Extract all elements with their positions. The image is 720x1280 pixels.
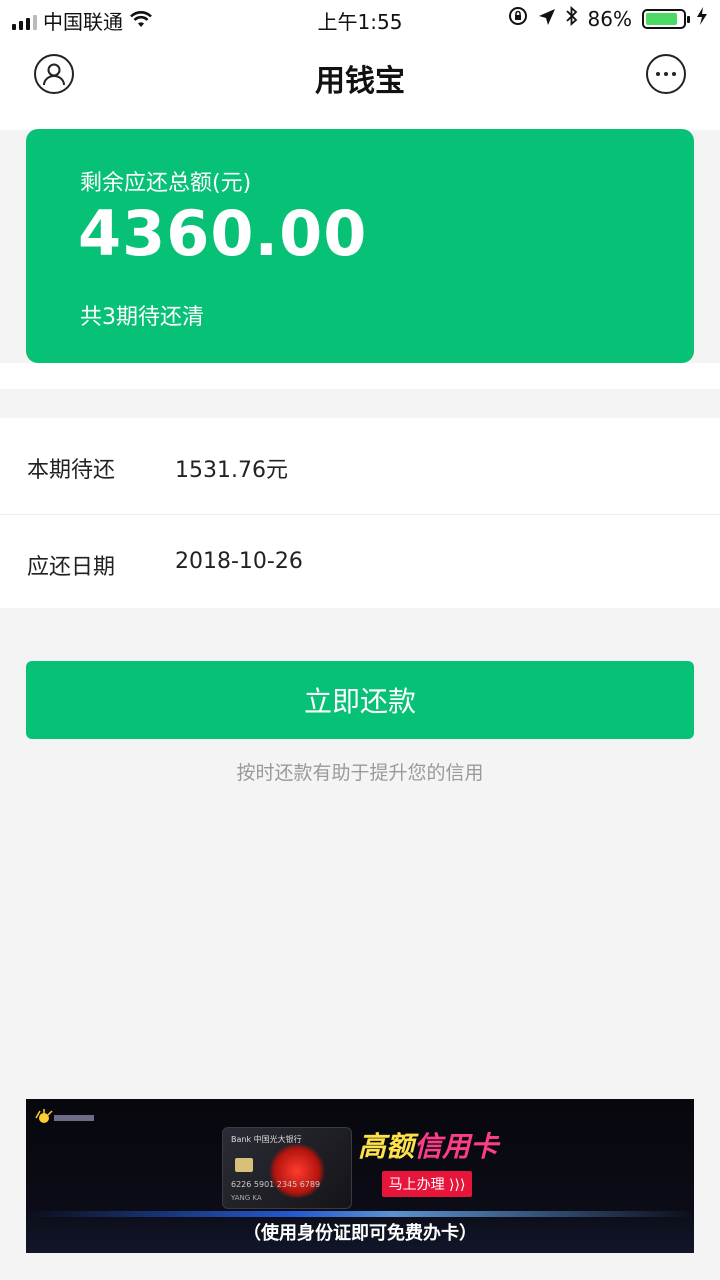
nav-bar: 用钱宝 (0, 40, 720, 110)
ad-footer-text: （使用身份证即可免费办卡） (243, 1223, 477, 1244)
total-due-label: 剩余应还总额(元) (80, 171, 252, 196)
more-options-button[interactable] (646, 54, 686, 94)
ad-apply-button[interactable]: 马上办理 ⟩⟩⟩ (382, 1171, 472, 1197)
current-due-label: 本期待还 (27, 458, 116, 483)
card-chip-icon (235, 1158, 253, 1172)
credit-card-image: Bank 中国光大银行 6226 5901 2345 6789 YANG KA (222, 1127, 352, 1209)
repay-now-button[interactable]: 立即还款 (26, 661, 694, 739)
bluetooth-icon (565, 5, 578, 31)
battery-icon (642, 8, 690, 29)
card-spacer (0, 363, 720, 389)
more-options-icon (656, 72, 676, 76)
installments-note: 共3期待还清 (80, 305, 204, 330)
due-date-value: 2018-10-26 (175, 549, 303, 574)
ad-headline-part2: 信用卡 (414, 1130, 499, 1163)
battery-level (646, 12, 677, 25)
ad-headline: 高额信用卡 (358, 1125, 498, 1165)
status-bar: 中国联通 上午1:55 86% (0, 0, 720, 38)
location-icon (538, 7, 556, 31)
card-bank-name: Bank 中国光大银行 (231, 1135, 302, 1144)
due-date-row: 应还日期 2018-10-26 (0, 514, 720, 610)
charging-icon (696, 6, 708, 31)
repayment-details: 本期待还 1531.76元 应还日期 2018-10-26 (0, 418, 720, 608)
ad-logo-icon (35, 1109, 94, 1123)
card-holder: YANG KA (231, 1194, 262, 1202)
status-right: 86% (508, 5, 708, 31)
card-flower-icon (267, 1144, 327, 1198)
total-due-amount: 4360.00 (78, 197, 368, 270)
current-due-value: 1531.76元 (175, 458, 288, 483)
due-date-label: 应还日期 (27, 555, 116, 580)
page-title: 用钱宝 (315, 64, 405, 99)
orientation-lock-icon (508, 6, 528, 31)
ad-headline-part1: 高额 (358, 1130, 415, 1163)
repay-hint: 按时还款有助于提升您的信用 (236, 762, 484, 784)
balance-summary-card: 剩余应还总额(元) 4360.00 共3期待还清 (26, 129, 694, 363)
current-due-row: 本期待还 1531.76元 (0, 418, 720, 514)
credit-card-ad-banner[interactable]: Bank 中国光大银行 6226 5901 2345 6789 YANG KA … (26, 1099, 694, 1253)
battery-percent: 86% (587, 6, 632, 31)
card-number: 6226 5901 2345 6789 (231, 1180, 321, 1189)
ad-glow-line (26, 1211, 694, 1217)
